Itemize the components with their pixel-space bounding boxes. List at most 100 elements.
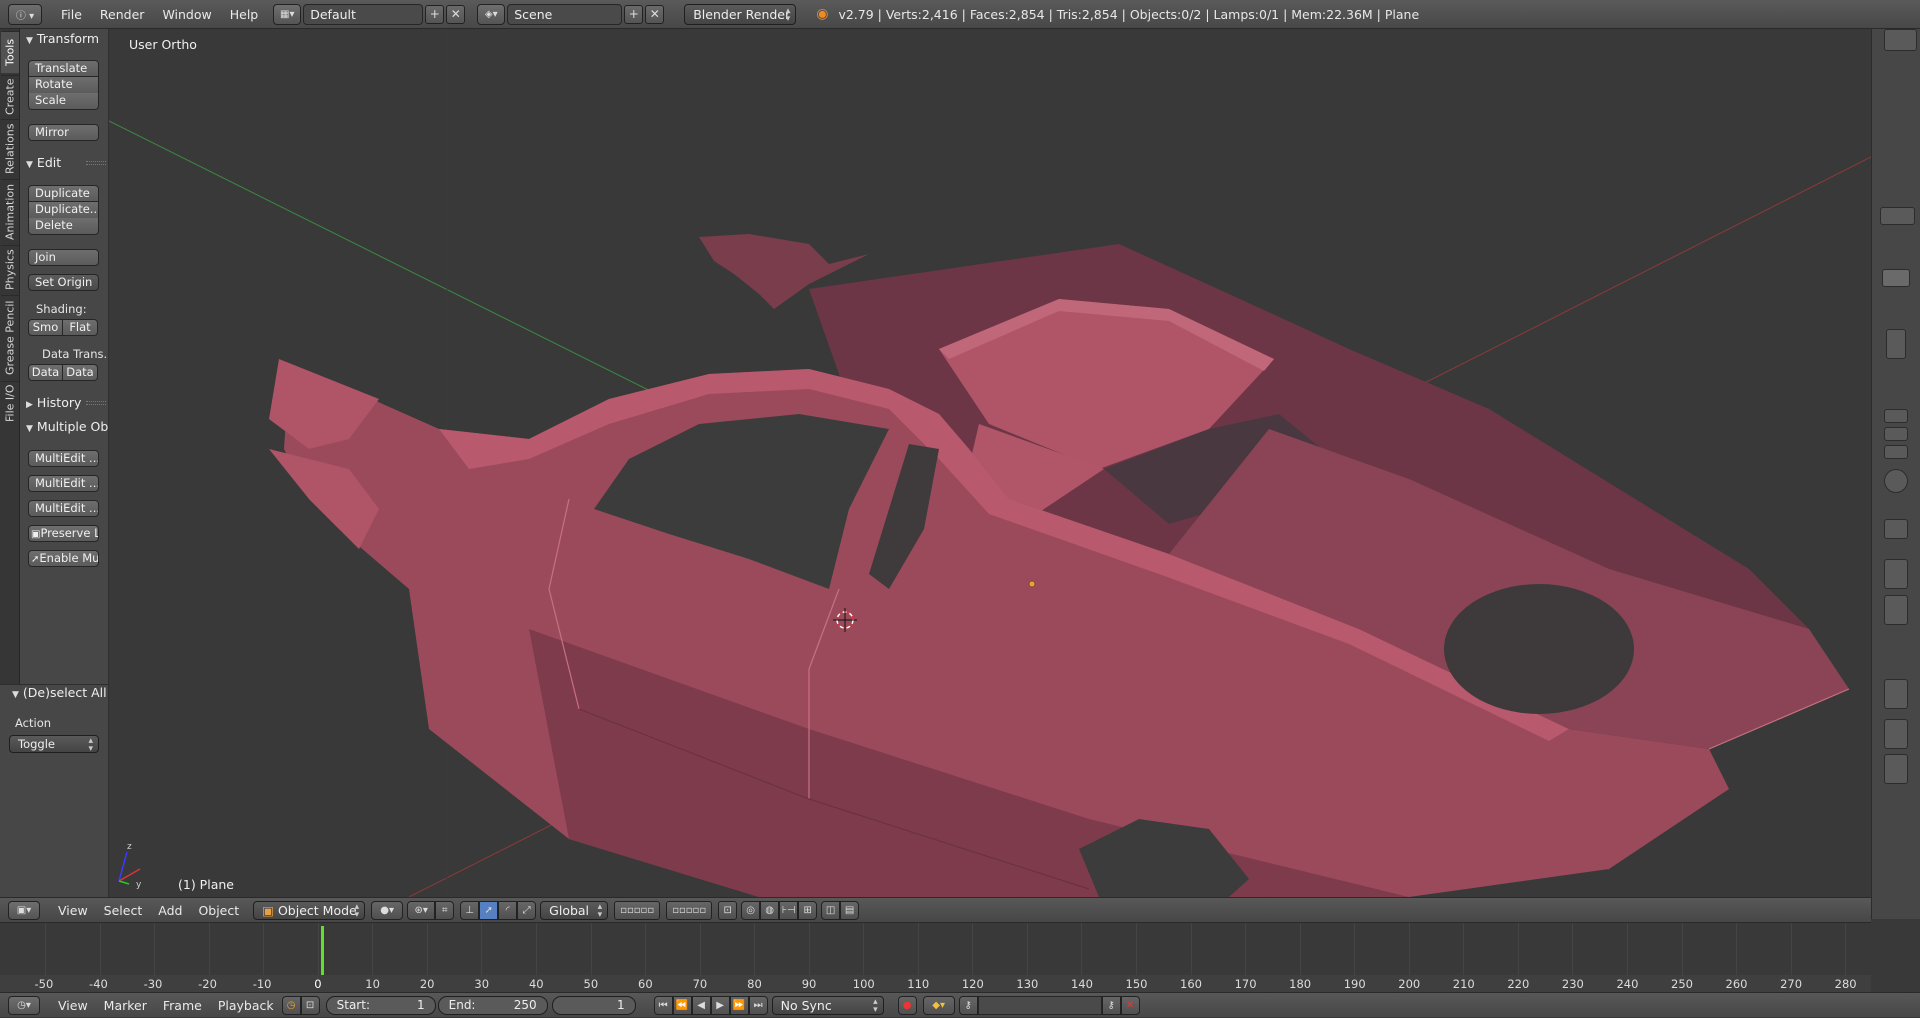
- mirror-button[interactable]: Mirror: [28, 124, 99, 141]
- scene-field[interactable]: Scene: [507, 3, 623, 25]
- menu-window[interactable]: Window: [153, 0, 220, 29]
- delete-screen-button[interactable]: ✕: [446, 4, 466, 24]
- menu-render[interactable]: Render: [91, 0, 154, 29]
- screen-layout-picker[interactable]: ▦▾: [273, 3, 302, 25]
- shade-smooth-button[interactable]: Smo: [28, 319, 63, 336]
- properties-checkbox[interactable]: [1884, 445, 1908, 459]
- multiedit-button-3[interactable]: MultiEdit ...: [28, 500, 99, 517]
- properties-slot[interactable]: [1884, 719, 1908, 749]
- tab-create[interactable]: Create: [1, 75, 19, 117]
- keying-set-picker[interactable]: ⚷: [958, 995, 978, 1015]
- data-layout-button[interactable]: Data: [63, 364, 98, 381]
- panel-grip[interactable]: [86, 401, 106, 405]
- snap-target-button[interactable]: ⊞: [798, 900, 818, 920]
- render-engine-dropdown[interactable]: Blender Render ▴ ▾: [684, 3, 797, 25]
- proportional-edit-button[interactable]: ◎: [741, 900, 761, 920]
- panel-grip[interactable]: [86, 161, 106, 165]
- set-origin-dropdown[interactable]: Set Origin: [28, 274, 99, 291]
- lock-range-toggle[interactable]: ⊡: [300, 995, 320, 1015]
- join-button[interactable]: Join: [28, 249, 99, 266]
- menu-frame[interactable]: Frame: [155, 993, 210, 1018]
- tab-tools[interactable]: Tools: [1, 31, 19, 73]
- screen-layout-field[interactable]: Default: [303, 3, 424, 25]
- transform-orientation-dropdown[interactable]: Global ▴ ▾: [540, 900, 609, 920]
- manipulator-toggle[interactable]: ⊥: [460, 900, 480, 920]
- snap-element-button[interactable]: ⊦⊣: [779, 900, 799, 920]
- play-button[interactable]: ▶: [710, 995, 730, 1015]
- timeline-ruler[interactable]: -50 -40 -30 -20 -10 0 10 20 30 40 50 60 70 80 90 100 110…: [0, 923, 1871, 993]
- properties-radio[interactable]: [1884, 469, 1908, 493]
- 3d-viewport[interactable]: y z User Ortho (1) Plane: [109, 29, 1871, 897]
- snap-toggle[interactable]: ◍: [760, 900, 780, 920]
- play-reverse-button[interactable]: ◀: [691, 995, 711, 1015]
- menu-help[interactable]: Help: [221, 0, 268, 29]
- properties-slot[interactable]: [1884, 595, 1908, 625]
- add-button[interactable]: [1882, 269, 1910, 287]
- jump-end-button[interactable]: ⏭: [748, 995, 768, 1015]
- auto-keying-button[interactable]: ●: [897, 995, 917, 1015]
- editor-type-button[interactable]: ▣▾: [8, 900, 40, 920]
- start-frame-field[interactable]: Start: 1: [325, 995, 436, 1015]
- multiedit-button-2[interactable]: MultiEdit ...: [28, 475, 99, 492]
- preview-range-toggle[interactable]: ◷: [281, 995, 301, 1015]
- current-frame-field[interactable]: 1: [551, 995, 636, 1015]
- render-preview-button[interactable]: ◫: [821, 900, 841, 920]
- edit-panel-header[interactable]: ▼ Edit: [26, 155, 106, 170]
- menu-view[interactable]: View: [50, 993, 96, 1018]
- menu-marker[interactable]: Marker: [96, 993, 155, 1018]
- duplicate-button[interactable]: Duplicate: [28, 185, 99, 202]
- viewport-shading-button[interactable]: ●▾: [371, 900, 404, 920]
- delete-keyframe-button[interactable]: ✕: [1120, 995, 1140, 1015]
- properties-editor-type-button[interactable]: [1884, 29, 1917, 51]
- menu-view[interactable]: View: [50, 898, 96, 923]
- car-body-mesh[interactable]: [269, 234, 1850, 897]
- menu-select[interactable]: Select: [96, 898, 151, 923]
- pivot-point-button[interactable]: ⊛▾: [407, 900, 436, 920]
- action-dropdown[interactable]: Toggle ▴ ▾: [9, 735, 99, 754]
- properties-slot[interactable]: [1886, 329, 1906, 359]
- transform-panel-header[interactable]: ▼ Transform: [26, 31, 99, 46]
- delete-button[interactable]: Delete: [28, 218, 99, 235]
- object-origin-dot[interactable]: [1028, 580, 1036, 588]
- properties-toggle[interactable]: [1884, 409, 1908, 423]
- enable-multiedit-button[interactable]: ➚Enable Mu: [28, 550, 99, 567]
- tab-grease-pencil[interactable]: Grease Pencil: [1, 295, 19, 379]
- properties-slot[interactable]: [1884, 679, 1908, 709]
- translate-button[interactable]: Translate: [28, 60, 99, 77]
- editor-type-button[interactable]: ◷▾: [8, 995, 40, 1015]
- translate-manipulator-toggle[interactable]: ➚: [479, 900, 499, 920]
- properties-toggle[interactable]: [1884, 427, 1908, 441]
- layers-row-1[interactable]: ▫▫▫▫▫: [614, 900, 661, 920]
- rotate-manipulator-toggle[interactable]: ◜: [498, 900, 518, 920]
- menu-playback[interactable]: Playback: [210, 993, 282, 1018]
- insert-keyframe-button[interactable]: ⚷: [1101, 995, 1121, 1015]
- shade-flat-button[interactable]: Flat: [63, 319, 98, 336]
- menu-file[interactable]: File: [52, 0, 91, 29]
- add-screen-button[interactable]: +: [425, 4, 445, 24]
- jump-start-button[interactable]: ⏮: [653, 995, 673, 1015]
- duplicate-linked-button[interactable]: Duplicate...: [28, 202, 99, 219]
- data-transfer-button[interactable]: Data: [28, 364, 63, 381]
- menu-object[interactable]: Object: [190, 898, 247, 923]
- keying-set-button[interactable]: ◆▾: [922, 995, 955, 1015]
- delete-scene-button[interactable]: ✕: [645, 4, 665, 24]
- tab-relations[interactable]: Relations: [1, 119, 19, 177]
- tab-animation[interactable]: Animation: [1, 179, 19, 243]
- properties-icon-button[interactable]: [1884, 519, 1908, 539]
- only-origins-toggle[interactable]: ⌗: [435, 900, 455, 920]
- multiple-objects-panel-header[interactable]: ▼ Multiple Ob: [26, 419, 108, 434]
- sync-dropdown[interactable]: No Sync ▴ ▾: [771, 995, 884, 1015]
- scale-button[interactable]: Scale: [28, 93, 99, 110]
- end-frame-field[interactable]: End: 250: [437, 995, 548, 1015]
- layer-lock-button[interactable]: ⊡: [718, 900, 738, 920]
- timeline-editor[interactable]: -50 -40 -30 -20 -10 0 10 20 30 40 50 60 70 80 90 100 110…: [0, 922, 1871, 993]
- tab-file-io[interactable]: File I/O: [1, 381, 19, 425]
- add-scene-button[interactable]: +: [624, 4, 644, 24]
- menu-add[interactable]: Add: [150, 898, 190, 923]
- scene-picker[interactable]: ◈▾: [477, 3, 506, 25]
- prev-keyframe-button[interactable]: ⏪: [672, 995, 692, 1015]
- playhead[interactable]: [321, 926, 324, 975]
- mode-dropdown[interactable]: ▣ Object Mode ▴ ▾: [253, 900, 366, 920]
- history-panel-header[interactable]: ▶ History: [26, 395, 106, 410]
- layers-row-2[interactable]: ▫▫▫▫▫: [666, 900, 713, 920]
